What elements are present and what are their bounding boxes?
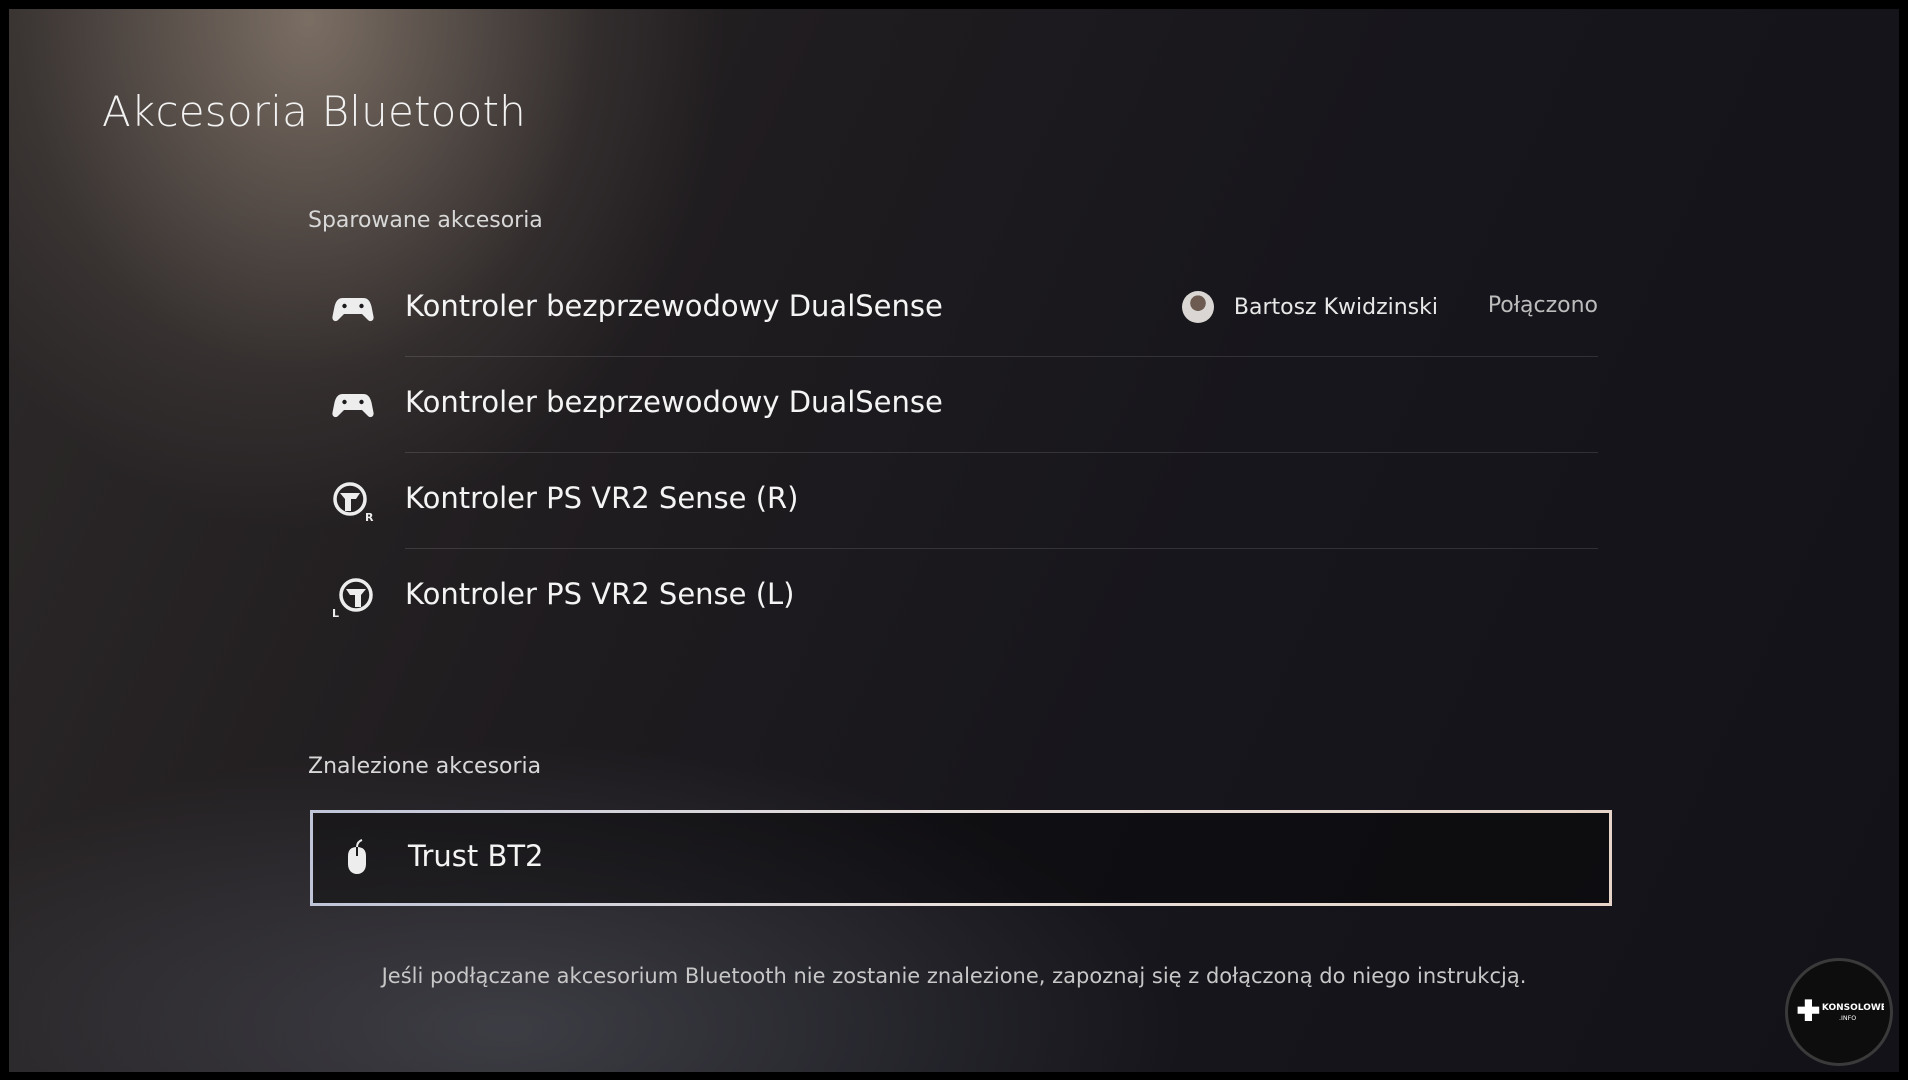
paired-section-heading: Sparowane akcesoria [308, 208, 543, 233]
svg-text:L: L [332, 607, 339, 619]
paired-item-dualsense-1[interactable]: Kontroler bezprzewodowy DualSense Bartos… [308, 261, 1598, 357]
paired-item-vr2-sense-l[interactable]: L Kontroler PS VR2 Sense (L) [308, 549, 1598, 645]
connection-status: Połączono [1487, 293, 1598, 318]
watermark-logo: KONSOLOWE .INFO [1785, 958, 1893, 1066]
svg-text:KONSOLOWE: KONSOLOWE [1822, 1003, 1884, 1013]
vr2-sense-right-icon: R [331, 479, 375, 524]
accessory-name: Kontroler bezprzewodowy DualSense [405, 385, 943, 419]
vr2-sense-left-icon: L [331, 575, 375, 620]
accessory-name: Trust BT2 [408, 839, 544, 873]
paired-item-dualsense-2[interactable]: Kontroler bezprzewodowy DualSense [308, 357, 1598, 453]
avatar [1181, 291, 1214, 323]
page-title: Akcesoria Bluetooth [102, 87, 526, 136]
bluetooth-accessories-screen: Akcesoria Bluetooth Sparowane akcesoria … [9, 9, 1899, 1072]
mouse-icon [335, 836, 379, 880]
user-name: Bartosz Kwidzinski [1233, 294, 1438, 320]
gamepad-icon [331, 383, 375, 427]
paired-accessories-list: Kontroler bezprzewodowy DualSense Bartos… [308, 261, 1598, 645]
accessory-name: Kontroler PS VR2 Sense (L) [405, 577, 795, 611]
help-hint-text: Jeśli podłączane akcesorium Bluetooth ni… [381, 964, 1527, 988]
accessory-name: Kontroler PS VR2 Sense (R) [405, 481, 799, 515]
paired-item-vr2-sense-r[interactable]: R Kontroler PS VR2 Sense (R) [308, 453, 1598, 549]
svg-text:R: R [365, 511, 374, 523]
gamepad-icon [331, 287, 375, 331]
connected-user: Bartosz Kwidzinski [1181, 291, 1438, 323]
found-item-trust-bt2[interactable]: Trust BT2 [310, 810, 1612, 906]
found-section-heading: Znalezione akcesoria [308, 754, 542, 779]
accessory-name: Kontroler bezprzewodowy DualSense [405, 289, 943, 323]
svg-text:.INFO: .INFO [1839, 1015, 1856, 1022]
